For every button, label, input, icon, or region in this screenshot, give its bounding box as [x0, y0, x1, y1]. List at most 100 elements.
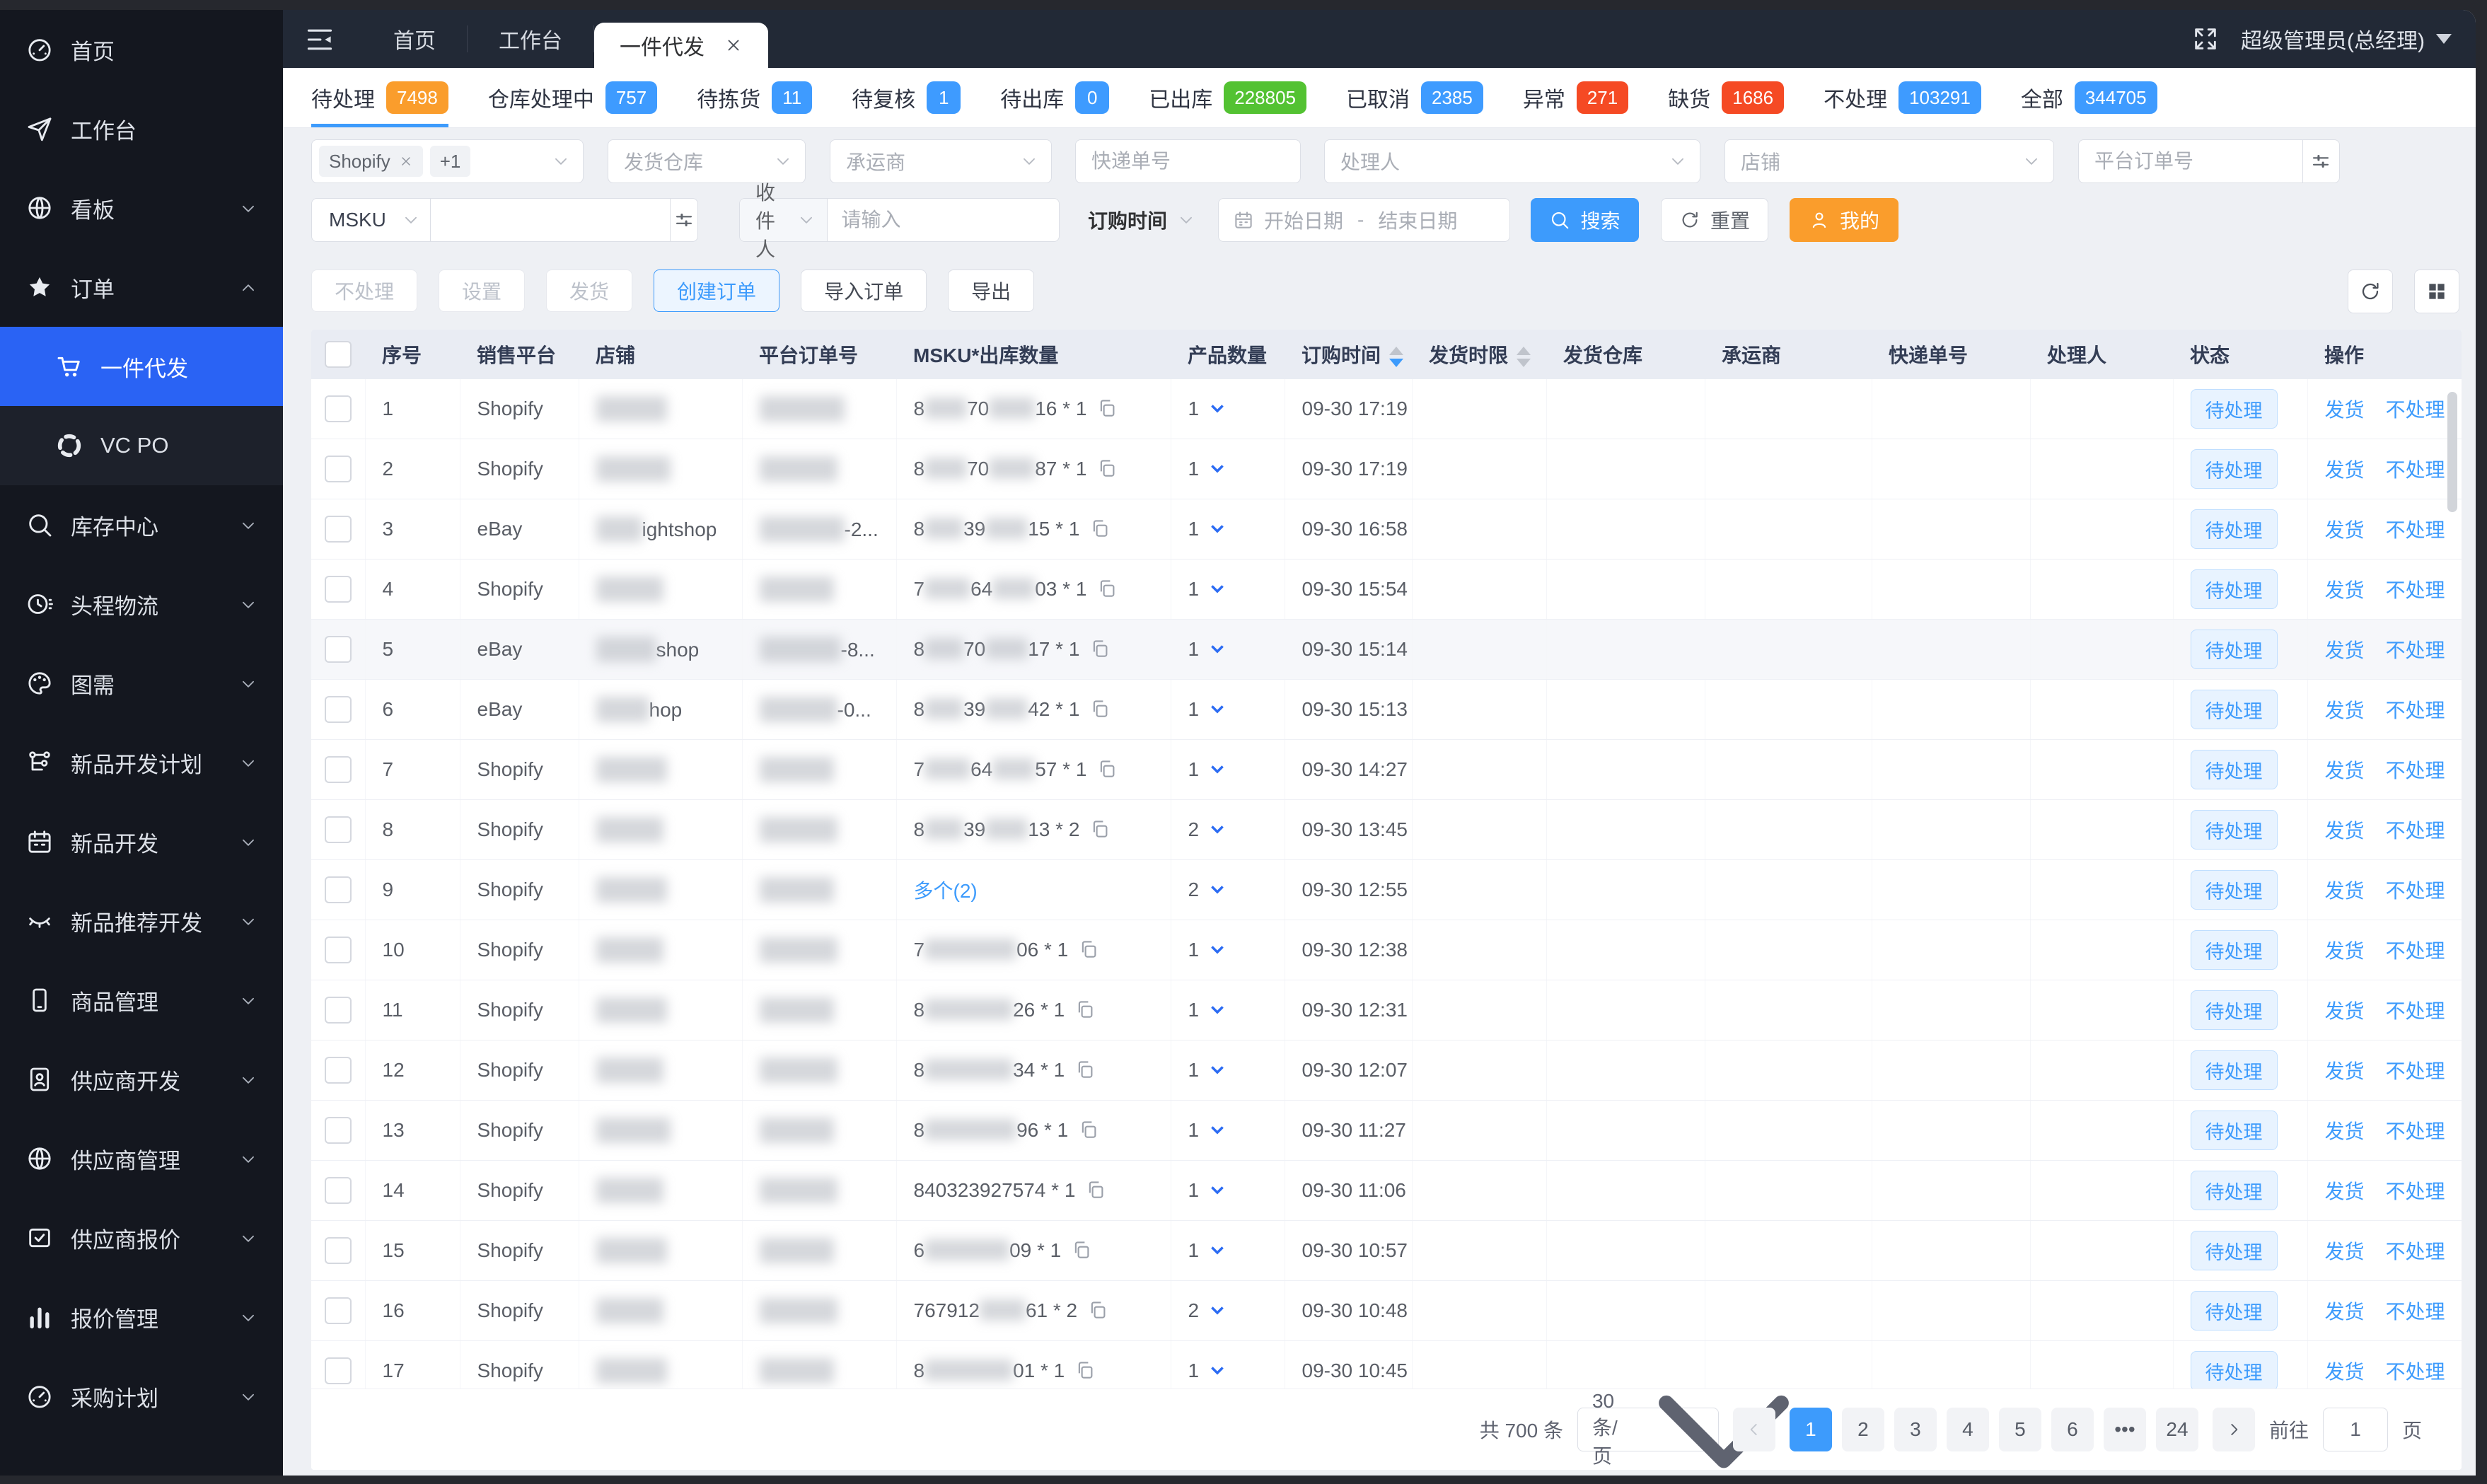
select-all-checkbox[interactable]: [325, 341, 352, 368]
expand-items-icon[interactable]: [1207, 518, 1227, 538]
warehouse-select[interactable]: 发货仓库: [608, 139, 806, 183]
expand-items-icon[interactable]: [1207, 699, 1227, 719]
copy-icon[interactable]: [1087, 1299, 1108, 1321]
remove-tag-icon[interactable]: [399, 154, 413, 168]
status-badge[interactable]: 待处理: [2191, 810, 2278, 850]
status-tab-9[interactable]: 缺货1686: [1668, 68, 1784, 127]
action-button-4[interactable]: 创建订单: [654, 269, 779, 312]
page-button-2[interactable]: 2: [1842, 1408, 1884, 1451]
ship-link[interactable]: 发货: [2325, 579, 2365, 601]
header-tab-3[interactable]: 一件代发: [594, 23, 768, 68]
sidebar-item-7[interactable]: 库存中心: [0, 485, 283, 564]
platform-tag[interactable]: Shopify: [319, 146, 423, 177]
sidebar-item-1[interactable]: 首页: [0, 10, 283, 89]
no-process-link[interactable]: 不处理: [2386, 820, 2445, 842]
table-scrollbar[interactable]: [2447, 392, 2457, 512]
row-checkbox[interactable]: [325, 1237, 352, 1264]
time-type-select[interactable]: 订购时间: [1084, 198, 1202, 242]
no-process-link[interactable]: 不处理: [2386, 880, 2445, 902]
action-button-5[interactable]: 导入订单: [801, 269, 927, 312]
row-checkbox[interactable]: [325, 516, 352, 543]
expand-items-icon[interactable]: [1207, 1060, 1227, 1079]
ship-link[interactable]: 发货: [2325, 639, 2365, 661]
no-process-link[interactable]: 不处理: [2386, 760, 2445, 782]
ship-link[interactable]: 发货: [2325, 1301, 2365, 1323]
status-badge[interactable]: 待处理: [2191, 509, 2278, 549]
sidebar-item-2[interactable]: 工作台: [0, 89, 283, 168]
copy-icon[interactable]: [1096, 758, 1118, 779]
status-badge[interactable]: 待处理: [2191, 449, 2278, 489]
sidebar-item-16[interactable]: 供应商报价: [0, 1198, 283, 1277]
no-process-link[interactable]: 不处理: [2386, 639, 2445, 661]
status-badge[interactable]: 待处理: [2191, 750, 2278, 789]
status-badge[interactable]: 待处理: [2191, 1351, 2278, 1391]
no-process-link[interactable]: 不处理: [2386, 1241, 2445, 1263]
copy-icon[interactable]: [1089, 818, 1111, 840]
ship-link[interactable]: 发货: [2325, 459, 2365, 481]
column-header-9[interactable]: 发货时限: [1412, 330, 1546, 379]
expand-items-icon[interactable]: [1207, 999, 1227, 1019]
handler-select[interactable]: 处理人: [1324, 139, 1700, 183]
refresh-table-button[interactable]: [2348, 269, 2393, 313]
ship-link[interactable]: 发货: [2325, 760, 2365, 782]
expand-items-icon[interactable]: [1207, 879, 1227, 899]
sidebar-item-13[interactable]: 商品管理: [0, 961, 283, 1040]
tracking-number-input[interactable]: [1075, 139, 1301, 183]
carrier-select[interactable]: 承运商: [830, 139, 1052, 183]
no-process-link[interactable]: 不处理: [2386, 1060, 2445, 1082]
copy-icon[interactable]: [1078, 1119, 1099, 1140]
status-badge[interactable]: 待处理: [2191, 690, 2278, 729]
status-tab-8[interactable]: 异常271: [1523, 68, 1628, 127]
date-range-picker[interactable]: 开始日期 - 结束日期: [1218, 198, 1510, 242]
row-checkbox[interactable]: [325, 997, 352, 1024]
recipient-field[interactable]: [842, 209, 1059, 231]
multiple-sku-link[interactable]: 多个(2): [914, 880, 978, 902]
copy-icon[interactable]: [1096, 398, 1118, 419]
copy-icon[interactable]: [1096, 458, 1118, 479]
sidebar-item-8[interactable]: 头程物流: [0, 564, 283, 644]
expand-items-icon[interactable]: [1207, 1180, 1227, 1200]
row-checkbox[interactable]: [325, 1057, 352, 1084]
store-select[interactable]: 店铺: [1724, 139, 2054, 183]
collapse-sidebar-icon[interactable]: [304, 24, 335, 55]
status-tab-1[interactable]: 待处理7498: [311, 68, 448, 127]
sidebar-item-10[interactable]: 新品开发计划: [0, 723, 283, 802]
status-tab-3[interactable]: 待拣货11: [697, 68, 812, 127]
header-tab-1[interactable]: 首页: [362, 23, 467, 54]
no-process-link[interactable]: 不处理: [2386, 700, 2445, 721]
platform-multiselect[interactable]: Shopify +1: [311, 139, 584, 183]
page-size-select[interactable]: 30条/页: [1577, 1408, 1719, 1451]
search-options-button[interactable]: [2302, 140, 2339, 182]
status-badge[interactable]: 待处理: [2191, 1111, 2278, 1150]
ship-link[interactable]: 发货: [2325, 1000, 2365, 1022]
page-button-1[interactable]: 1: [1790, 1408, 1832, 1451]
no-process-link[interactable]: 不处理: [2386, 1361, 2445, 1383]
copy-icon[interactable]: [1071, 1239, 1092, 1260]
sidebar-item-14[interactable]: 供应商开发: [0, 1040, 283, 1119]
expand-items-icon[interactable]: [1207, 458, 1227, 478]
ship-link[interactable]: 发货: [2325, 399, 2365, 421]
status-badge[interactable]: 待处理: [2191, 930, 2278, 970]
tracking-number-field[interactable]: [1091, 150, 1300, 173]
row-checkbox[interactable]: [325, 816, 352, 843]
no-process-link[interactable]: 不处理: [2386, 1120, 2445, 1142]
sidebar-item-15[interactable]: 供应商管理: [0, 1119, 283, 1198]
sidebar-item-4[interactable]: 订单: [0, 248, 283, 327]
no-process-link[interactable]: 不处理: [2386, 459, 2445, 481]
ship-link[interactable]: 发货: [2325, 700, 2365, 721]
ship-link[interactable]: 发货: [2325, 1181, 2365, 1202]
column-settings-button[interactable]: [2414, 269, 2459, 313]
row-checkbox[interactable]: [325, 876, 352, 903]
ship-link[interactable]: 发货: [2325, 1120, 2365, 1142]
row-checkbox[interactable]: [325, 1177, 352, 1204]
ship-link[interactable]: 发货: [2325, 1060, 2365, 1082]
status-badge[interactable]: 待处理: [2191, 870, 2278, 910]
sidebar-item-5[interactable]: 一件代发: [0, 327, 283, 406]
expand-items-icon[interactable]: [1207, 639, 1227, 659]
status-tab-7[interactable]: 已取消2385: [1346, 68, 1483, 127]
row-checkbox[interactable]: [325, 756, 352, 783]
page-button-5[interactable]: 5: [1999, 1408, 2041, 1451]
status-tab-11[interactable]: 全部344705: [2021, 68, 2157, 127]
copy-icon[interactable]: [1078, 939, 1099, 960]
ship-link[interactable]: 发货: [2325, 880, 2365, 902]
